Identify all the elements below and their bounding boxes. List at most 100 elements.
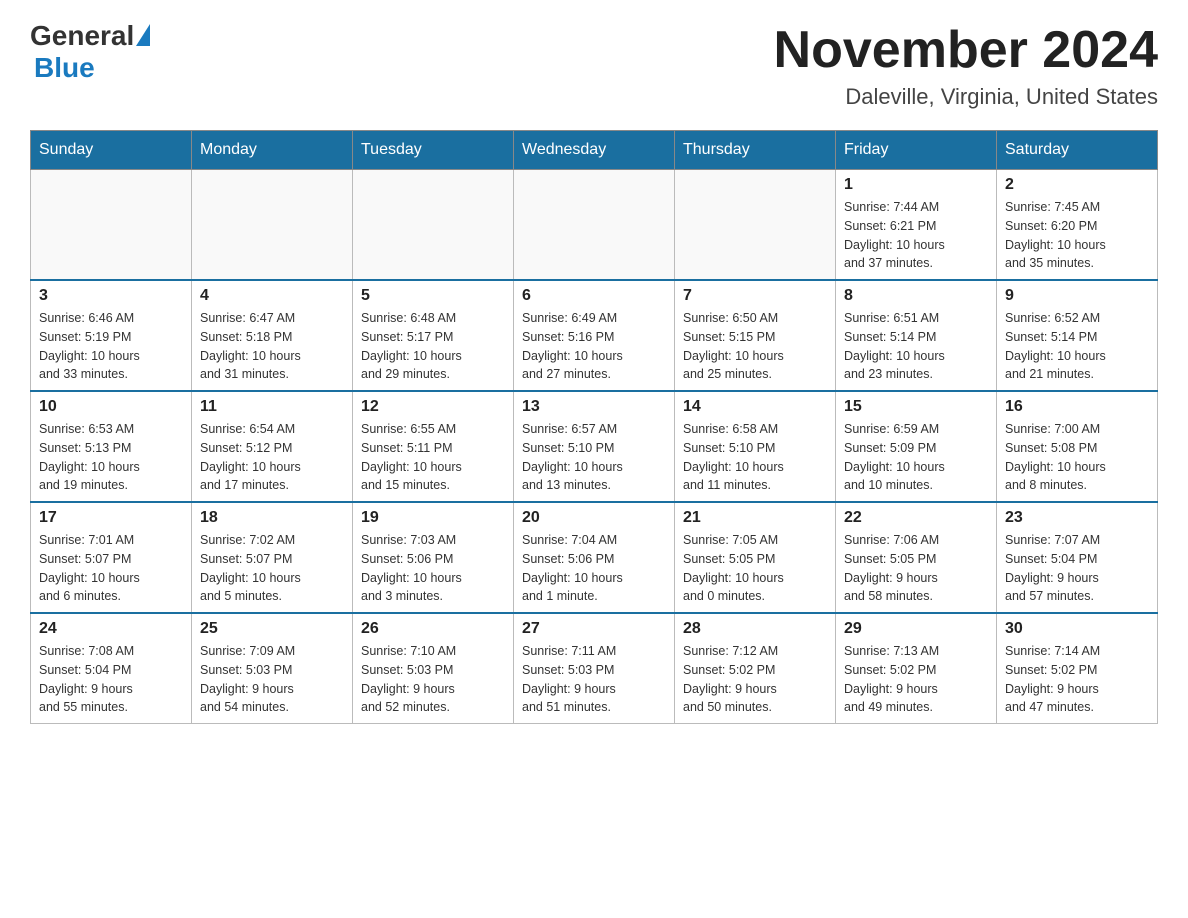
day-info: Sunrise: 7:07 AM Sunset: 5:04 PM Dayligh… bbox=[1005, 531, 1149, 606]
day-info: Sunrise: 7:03 AM Sunset: 5:06 PM Dayligh… bbox=[361, 531, 505, 606]
day-number: 6 bbox=[522, 287, 666, 305]
day-info: Sunrise: 7:02 AM Sunset: 5:07 PM Dayligh… bbox=[200, 531, 344, 606]
week-row-5: 24 Sunrise: 7:08 AM Sunset: 5:04 PM Dayli… bbox=[31, 613, 1158, 724]
week-row-3: 10Sunrise: 6:53 AM Sunset: 5:13 PM Dayli… bbox=[31, 391, 1158, 502]
day-info: Sunrise: 7:09 AM Sunset: 5:03 PM Dayligh… bbox=[200, 642, 344, 717]
day-number: 25 bbox=[200, 620, 344, 638]
calendar-cell: 1Sunrise: 7:44 AM Sunset: 6:21 PM Daylig… bbox=[836, 170, 997, 281]
day-number: 29 bbox=[844, 620, 988, 638]
day-info: Sunrise: 7:14 AM Sunset: 5:02 PM Dayligh… bbox=[1005, 642, 1149, 717]
calendar-cell: 3Sunrise: 6:46 AM Sunset: 5:19 PM Daylig… bbox=[31, 280, 192, 391]
day-info: Sunrise: 7:13 AM Sunset: 5:02 PM Dayligh… bbox=[844, 642, 988, 717]
day-info: Sunrise: 6:59 AM Sunset: 5:09 PM Dayligh… bbox=[844, 420, 988, 495]
day-info: Sunrise: 7:12 AM Sunset: 5:02 PM Dayligh… bbox=[683, 642, 827, 717]
day-info: Sunrise: 7:06 AM Sunset: 5:05 PM Dayligh… bbox=[844, 531, 988, 606]
calendar-table: SundayMondayTuesdayWednesdayThursdayFrid… bbox=[30, 130, 1158, 724]
day-info: Sunrise: 6:55 AM Sunset: 5:11 PM Dayligh… bbox=[361, 420, 505, 495]
day-info: Sunrise: 6:50 AM Sunset: 5:15 PM Dayligh… bbox=[683, 309, 827, 384]
title-area: November 2024 Daleville, Virginia, Unite… bbox=[774, 20, 1158, 110]
day-info: Sunrise: 7:01 AM Sunset: 5:07 PM Dayligh… bbox=[39, 531, 183, 606]
calendar-cell: 11Sunrise: 6:54 AM Sunset: 5:12 PM Dayli… bbox=[192, 391, 353, 502]
calendar-cell: 21 Sunrise: 7:05 AM Sunset: 5:05 PM Dayli… bbox=[675, 502, 836, 613]
week-row-4: 17 Sunrise: 7:01 AM Sunset: 5:07 PM Dayli… bbox=[31, 502, 1158, 613]
calendar-cell: 17 Sunrise: 7:01 AM Sunset: 5:07 PM Dayli… bbox=[31, 502, 192, 613]
calendar-cell: 30Sunrise: 7:14 AM Sunset: 5:02 PM Dayli… bbox=[997, 613, 1158, 724]
weekday-header-monday: Monday bbox=[192, 131, 353, 170]
logo: General Blue bbox=[30, 20, 150, 84]
calendar-cell: 24 Sunrise: 7:08 AM Sunset: 5:04 PM Dayli… bbox=[31, 613, 192, 724]
calendar-cell: 19 Sunrise: 7:03 AM Sunset: 5:06 PM Dayli… bbox=[353, 502, 514, 613]
calendar-cell: 18Sunrise: 7:02 AM Sunset: 5:07 PM Dayli… bbox=[192, 502, 353, 613]
calendar-cell: 26 Sunrise: 7:10 AM Sunset: 5:03 PM Dayli… bbox=[353, 613, 514, 724]
day-info: Sunrise: 7:10 AM Sunset: 5:03 PM Dayligh… bbox=[361, 642, 505, 717]
day-number: 17 bbox=[39, 509, 183, 527]
calendar-cell: 4 Sunrise: 6:47 AM Sunset: 5:18 PM Daylig… bbox=[192, 280, 353, 391]
weekday-header-friday: Friday bbox=[836, 131, 997, 170]
calendar-cell: 22 Sunrise: 7:06 AM Sunset: 5:05 PM Dayli… bbox=[836, 502, 997, 613]
day-number: 21 bbox=[683, 509, 827, 527]
calendar-cell: 25 Sunrise: 7:09 AM Sunset: 5:03 PM Dayli… bbox=[192, 613, 353, 724]
day-number: 13 bbox=[522, 398, 666, 416]
week-row-2: 3Sunrise: 6:46 AM Sunset: 5:19 PM Daylig… bbox=[31, 280, 1158, 391]
day-info: Sunrise: 6:52 AM Sunset: 5:14 PM Dayligh… bbox=[1005, 309, 1149, 384]
weekday-header-sunday: Sunday bbox=[31, 131, 192, 170]
calendar-cell bbox=[31, 170, 192, 281]
week-row-1: 1Sunrise: 7:44 AM Sunset: 6:21 PM Daylig… bbox=[31, 170, 1158, 281]
calendar-cell bbox=[675, 170, 836, 281]
calendar-cell: 28Sunrise: 7:12 AM Sunset: 5:02 PM Dayli… bbox=[675, 613, 836, 724]
calendar-cell: 6 Sunrise: 6:49 AM Sunset: 5:16 PM Daylig… bbox=[514, 280, 675, 391]
day-number: 26 bbox=[361, 620, 505, 638]
day-number: 4 bbox=[200, 287, 344, 305]
day-info: Sunrise: 6:49 AM Sunset: 5:16 PM Dayligh… bbox=[522, 309, 666, 384]
day-info: Sunrise: 7:05 AM Sunset: 5:05 PM Dayligh… bbox=[683, 531, 827, 606]
calendar-subtitle: Daleville, Virginia, United States bbox=[774, 84, 1158, 110]
day-number: 2 bbox=[1005, 176, 1149, 194]
calendar-cell: 9Sunrise: 6:52 AM Sunset: 5:14 PM Daylig… bbox=[997, 280, 1158, 391]
day-number: 5 bbox=[361, 287, 505, 305]
logo-general-text: General bbox=[30, 20, 134, 52]
calendar-cell: 14Sunrise: 6:58 AM Sunset: 5:10 PM Dayli… bbox=[675, 391, 836, 502]
calendar-cell bbox=[353, 170, 514, 281]
calendar-cell: 23 Sunrise: 7:07 AM Sunset: 5:04 PM Dayli… bbox=[997, 502, 1158, 613]
day-number: 19 bbox=[361, 509, 505, 527]
day-number: 23 bbox=[1005, 509, 1149, 527]
calendar-cell: 12 Sunrise: 6:55 AM Sunset: 5:11 PM Dayli… bbox=[353, 391, 514, 502]
day-info: Sunrise: 7:04 AM Sunset: 5:06 PM Dayligh… bbox=[522, 531, 666, 606]
calendar-cell: 7 Sunrise: 6:50 AM Sunset: 5:15 PM Daylig… bbox=[675, 280, 836, 391]
day-info: Sunrise: 6:51 AM Sunset: 5:14 PM Dayligh… bbox=[844, 309, 988, 384]
day-number: 20 bbox=[522, 509, 666, 527]
day-info: Sunrise: 7:11 AM Sunset: 5:03 PM Dayligh… bbox=[522, 642, 666, 717]
calendar-title: November 2024 bbox=[774, 20, 1158, 80]
day-number: 11 bbox=[200, 398, 344, 416]
weekday-header-thursday: Thursday bbox=[675, 131, 836, 170]
day-number: 7 bbox=[683, 287, 827, 305]
calendar-cell: 13Sunrise: 6:57 AM Sunset: 5:10 PM Dayli… bbox=[514, 391, 675, 502]
day-info: Sunrise: 6:48 AM Sunset: 5:17 PM Dayligh… bbox=[361, 309, 505, 384]
day-number: 22 bbox=[844, 509, 988, 527]
calendar-cell: 27 Sunrise: 7:11 AM Sunset: 5:03 PM Dayli… bbox=[514, 613, 675, 724]
day-info: Sunrise: 7:00 AM Sunset: 5:08 PM Dayligh… bbox=[1005, 420, 1149, 495]
header: General Blue November 2024 Daleville, Vi… bbox=[30, 20, 1158, 110]
day-number: 16 bbox=[1005, 398, 1149, 416]
day-number: 27 bbox=[522, 620, 666, 638]
calendar-cell: 5 Sunrise: 6:48 AM Sunset: 5:17 PM Daylig… bbox=[353, 280, 514, 391]
day-info: Sunrise: 6:58 AM Sunset: 5:10 PM Dayligh… bbox=[683, 420, 827, 495]
calendar-cell bbox=[514, 170, 675, 281]
day-number: 12 bbox=[361, 398, 505, 416]
day-info: Sunrise: 7:44 AM Sunset: 6:21 PM Dayligh… bbox=[844, 198, 988, 273]
day-number: 3 bbox=[39, 287, 183, 305]
calendar-cell: 16 Sunrise: 7:00 AM Sunset: 5:08 PM Dayli… bbox=[997, 391, 1158, 502]
calendar-cell bbox=[192, 170, 353, 281]
day-number: 24 bbox=[39, 620, 183, 638]
day-info: Sunrise: 7:08 AM Sunset: 5:04 PM Dayligh… bbox=[39, 642, 183, 717]
calendar-cell: 10Sunrise: 6:53 AM Sunset: 5:13 PM Dayli… bbox=[31, 391, 192, 502]
day-number: 8 bbox=[844, 287, 988, 305]
day-number: 10 bbox=[39, 398, 183, 416]
logo-blue-text: Blue bbox=[34, 52, 95, 84]
logo-triangle-icon bbox=[136, 24, 150, 46]
weekday-header-wednesday: Wednesday bbox=[514, 131, 675, 170]
calendar-cell: 8 Sunrise: 6:51 AM Sunset: 5:14 PM Daylig… bbox=[836, 280, 997, 391]
day-number: 15 bbox=[844, 398, 988, 416]
day-info: Sunrise: 6:47 AM Sunset: 5:18 PM Dayligh… bbox=[200, 309, 344, 384]
calendar-cell: 20 Sunrise: 7:04 AM Sunset: 5:06 PM Dayli… bbox=[514, 502, 675, 613]
